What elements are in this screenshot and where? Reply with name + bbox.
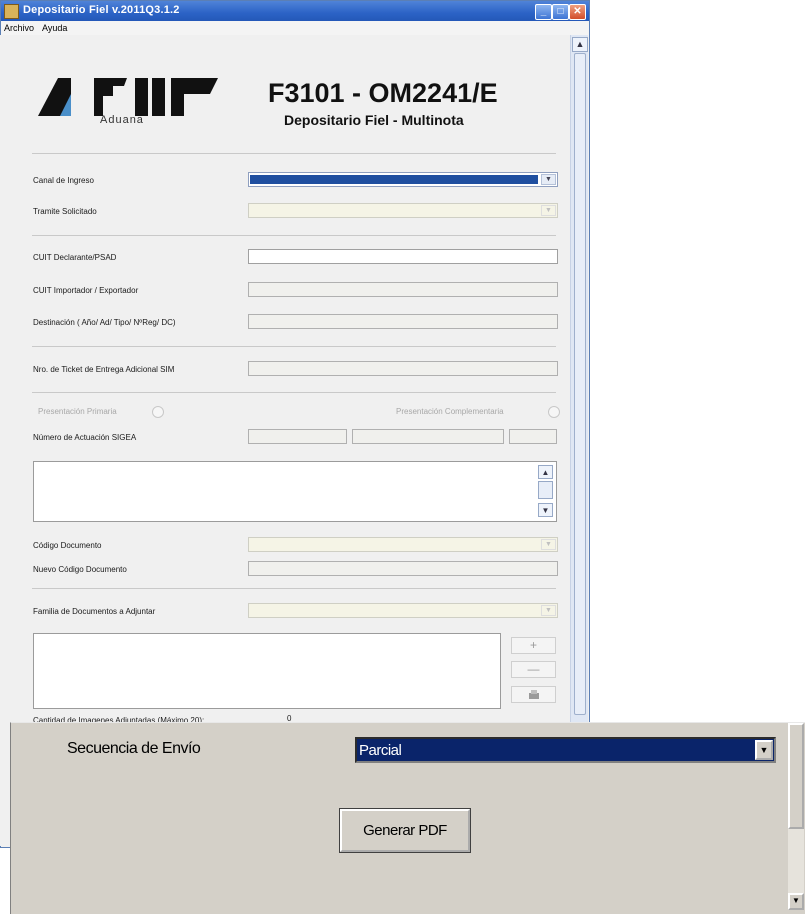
- chevron-up-icon[interactable]: ▲: [538, 465, 553, 479]
- divider: [32, 346, 556, 347]
- divider: [32, 235, 556, 236]
- canal-label: Canal de Ingreso: [33, 176, 94, 185]
- close-button[interactable]: ✕: [569, 4, 586, 20]
- actuacion-part1-input[interactable]: [248, 429, 347, 444]
- cuit-importador-input[interactable]: [248, 282, 558, 297]
- divider: [32, 392, 556, 393]
- minimize-button[interactable]: _: [535, 4, 552, 20]
- codigo-documento-label: Código Documento: [33, 541, 102, 550]
- form-title: F3101 - OM2241/E: [268, 78, 498, 108]
- tramite-dropdown[interactable]: ▼: [248, 203, 558, 218]
- canal-dropdown[interactable]: ▼: [248, 172, 558, 187]
- add-document-button[interactable]: +: [511, 637, 556, 654]
- logo-subtitle: Aduana: [100, 114, 144, 126]
- app-icon: [4, 4, 19, 19]
- cuit-declarante-input[interactable]: [248, 249, 558, 264]
- maximize-button[interactable]: □: [552, 4, 569, 20]
- actuacion-part2-input[interactable]: [352, 429, 504, 444]
- scroll-down-arrow-icon[interactable]: ▼: [788, 893, 804, 910]
- menu-archivo[interactable]: Archivo: [4, 23, 34, 33]
- scroll-thumb[interactable]: [574, 53, 586, 715]
- destinacion-label: Destinación ( Año/ Ad/ Tipo/ NºReg/ DC): [33, 318, 176, 327]
- familia-dropdown[interactable]: ▼: [248, 603, 558, 618]
- textarea-scrollbar[interactable]: ▲ ▼: [538, 463, 555, 520]
- panel-scroll-track[interactable]: [788, 829, 804, 893]
- generar-pdf-button[interactable]: Generar PDF: [339, 808, 471, 853]
- scanner-icon: [528, 690, 539, 699]
- chevron-down-icon: ▼: [541, 205, 556, 216]
- window-title: Depositario Fiel v.2011Q3.1.2: [23, 4, 180, 16]
- nuevo-codigo-input[interactable]: [248, 561, 558, 576]
- envio-panel: Secuencia de Envío Parcial ▼ Generar PDF…: [10, 722, 805, 914]
- main-vertical-scrollbar[interactable]: ▲: [570, 35, 588, 725]
- nuevo-codigo-label: Nuevo Código Documento: [33, 565, 127, 574]
- canal-selection: [250, 175, 538, 184]
- cuit-importador-label: CUIT Importador / Exportador: [33, 286, 139, 295]
- secuencia-dropdown[interactable]: Parcial ▼: [355, 737, 776, 763]
- presentacion-complementaria-radio[interactable]: [548, 406, 560, 418]
- panel-scroll-thumb[interactable]: [788, 723, 804, 829]
- scroll-up-arrow-icon[interactable]: ▲: [572, 37, 588, 52]
- chevron-down-icon: ▼: [541, 605, 556, 616]
- secuencia-value: Parcial: [359, 742, 402, 759]
- observaciones-textarea[interactable]: [33, 461, 557, 522]
- ticket-input[interactable]: [248, 361, 558, 376]
- scanner-button[interactable]: [511, 686, 556, 703]
- title-bar[interactable]: Depositario Fiel v.2011Q3.1.2 _ □ ✕: [1, 1, 589, 21]
- numero-actuacion-label: Número de Actuación SIGEA: [33, 433, 137, 442]
- documentos-list[interactable]: [33, 633, 501, 709]
- codigo-documento-dropdown[interactable]: ▼: [248, 537, 558, 552]
- chevron-down-icon[interactable]: ▼: [538, 503, 553, 517]
- menu-ayuda[interactable]: Ayuda: [42, 23, 67, 33]
- actuacion-part3-input[interactable]: [509, 429, 557, 444]
- presentacion-complementaria-label: Presentación Complementaria: [396, 407, 504, 416]
- menu-bar: Archivo Ayuda: [1, 21, 589, 36]
- presentacion-primaria-radio[interactable]: [152, 406, 164, 418]
- chevron-down-icon[interactable]: ▼: [755, 740, 773, 760]
- divider: [32, 588, 556, 589]
- textarea-scroll-thumb[interactable]: [538, 481, 553, 499]
- familia-label: Familia de Documentos a Adjuntar: [33, 607, 156, 616]
- cuit-declarante-label: CUIT Declarante/PSAD: [33, 253, 117, 262]
- tramite-label: Tramite Solicitado: [33, 207, 97, 216]
- presentacion-primaria-label: Presentación Primaria: [38, 407, 117, 416]
- remove-document-button[interactable]: —: [511, 661, 556, 678]
- divider: [32, 153, 556, 154]
- chevron-down-icon[interactable]: ▼: [541, 174, 556, 185]
- form-subtitle: Depositario Fiel - Multinota: [284, 112, 464, 128]
- ticket-label: Nro. de Ticket de Entrega Adicional SIM: [33, 365, 175, 374]
- destinacion-input[interactable]: [248, 314, 558, 329]
- chevron-down-icon: ▼: [541, 539, 556, 550]
- panel-vertical-scrollbar[interactable]: ▼: [788, 723, 804, 912]
- secuencia-label: Secuencia de Envío: [67, 740, 201, 757]
